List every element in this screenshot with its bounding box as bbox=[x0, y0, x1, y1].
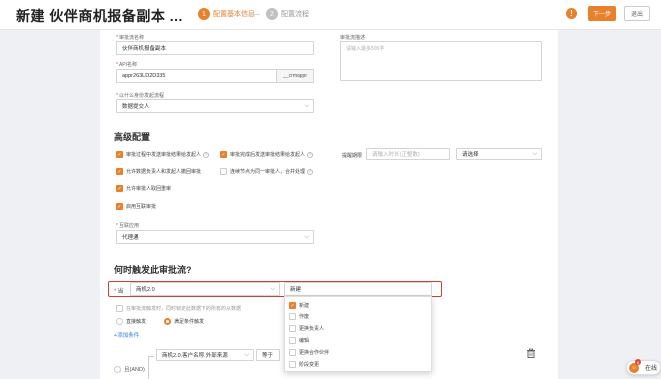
advanced-title: 高级配置 bbox=[114, 132, 151, 142]
top-bar: 新建 伙伴商机报备副本 ... 1 配置基本信息 2 配置流程 ! 下一步 退出 bbox=[0, 0, 661, 30]
radio-icon[interactable] bbox=[116, 318, 123, 325]
option-lock-subdata[interactable]: 在审批流触发时，同时锁定此数据下的所有的从数据 bbox=[116, 305, 241, 312]
chevron-down-icon: ⌵ bbox=[304, 103, 309, 109]
checkbox-checked-icon[interactable]: ✓ bbox=[116, 168, 123, 175]
desc-label: 审批流描述 bbox=[340, 35, 366, 41]
help-icon: ? bbox=[307, 168, 314, 175]
initiator-value: 数据提交人 bbox=[122, 104, 150, 110]
condition-operator-select[interactable]: 等于 bbox=[256, 349, 280, 361]
checkbox-icon[interactable] bbox=[289, 361, 296, 368]
api-value: appr263LD2D335 bbox=[122, 73, 166, 79]
trigger-title: 何时触发此审批流? bbox=[114, 265, 192, 275]
timeout-input[interactable]: 请输入时长(正整数) bbox=[366, 148, 450, 160]
checkbox-icon[interactable] bbox=[220, 168, 227, 175]
event-option[interactable]: 作废 bbox=[289, 313, 309, 320]
timeout-label: 提醒期限 bbox=[342, 153, 363, 159]
step-label: 配置流程 bbox=[281, 11, 309, 18]
help-icon[interactable]: ! bbox=[566, 8, 577, 19]
checkbox-checked-icon[interactable]: ✓ bbox=[116, 185, 123, 192]
initiator-label: *以什么身份发起流程 bbox=[116, 93, 164, 99]
chevron-down-icon: ⌵ bbox=[244, 352, 249, 358]
event-option[interactable]: 更换负责人 bbox=[289, 325, 324, 332]
app-select[interactable]: 代理通 ⌵ bbox=[116, 230, 314, 244]
page-title: 新建 伙伴商机报备副本 ... bbox=[16, 8, 183, 24]
checkbox-icon[interactable] bbox=[289, 337, 296, 344]
condition-bracket bbox=[148, 356, 154, 379]
add-condition-link[interactable]: +添加条件 bbox=[114, 331, 139, 339]
option-retrieve[interactable]: ✓ 允许审批人取回重审 bbox=[116, 185, 171, 192]
option-allow-withdraw[interactable]: ✓ 允许数据负责人和发起人撤回审批 bbox=[116, 168, 201, 175]
next-button[interactable]: 下一步 bbox=[588, 6, 616, 21]
checkbox-icon[interactable] bbox=[289, 325, 296, 332]
name-label: *审批流名称 bbox=[116, 35, 144, 41]
desc-textarea[interactable]: 请输入最多500字 bbox=[340, 41, 542, 81]
help-icon: ? bbox=[307, 151, 314, 158]
option-interconnect[interactable]: ✓ 启用互联审批 bbox=[116, 203, 156, 210]
checkbox-checked-icon[interactable]: ✓ bbox=[116, 203, 123, 210]
online-service-button[interactable]: ☺ 6 在线 bbox=[626, 359, 661, 375]
chevron-down-icon: ⌵ bbox=[532, 151, 537, 157]
event-option[interactable]: 更换合作伙伴 bbox=[289, 349, 329, 356]
option-merge-nodes[interactable]: 连续节点为同一审批人，合并处理 ? bbox=[220, 168, 314, 175]
radio-condition-trigger[interactable]: 满足条件触发 bbox=[164, 318, 204, 325]
name-input[interactable]: 伙伴商机报备副本 bbox=[116, 41, 314, 55]
step-number: 2 bbox=[266, 8, 278, 20]
checkbox-icon[interactable] bbox=[289, 313, 296, 320]
step-connector bbox=[244, 14, 260, 15]
online-label: 在线 bbox=[644, 366, 657, 372]
radio-selected-icon[interactable] bbox=[164, 318, 171, 325]
help-icon: ? bbox=[203, 151, 210, 158]
timeout-unit-select[interactable]: 请选择 ⌵ bbox=[456, 148, 542, 160]
condition-field-select[interactable]: 商机2.0.客户名称.外部来源 ⌵ bbox=[156, 349, 254, 361]
api-label: *API名称 bbox=[116, 62, 138, 68]
notification-badge: 6 bbox=[635, 359, 641, 365]
api-suffix: __crmappr bbox=[276, 70, 313, 82]
option-notify-during[interactable]: ✓ 审批过程中发送审批结果给发起人 ? bbox=[116, 151, 210, 158]
step-process-config[interactable]: 2 配置流程 bbox=[266, 8, 309, 20]
highlight-box bbox=[108, 281, 442, 297]
checkbox-checked-icon[interactable]: ✓ bbox=[289, 302, 296, 309]
option-notify-after[interactable]: ✓ 审批完成后发送审批结果给发起人 ? bbox=[220, 151, 314, 158]
event-option[interactable]: 阶段变更 bbox=[289, 361, 319, 368]
event-option[interactable]: 编辑 bbox=[289, 337, 309, 344]
initiator-select[interactable]: 数据提交人 ⌵ bbox=[116, 99, 314, 113]
checkbox-icon[interactable] bbox=[289, 349, 296, 356]
event-option[interactable]: ✓ 新建 bbox=[289, 302, 309, 309]
api-input[interactable]: appr263LD2D335 __crmappr bbox=[116, 69, 314, 83]
exit-button[interactable]: 退出 bbox=[624, 6, 650, 21]
checkbox-icon[interactable] bbox=[116, 305, 123, 312]
checkbox-checked-icon[interactable]: ✓ bbox=[220, 151, 227, 158]
chevron-down-icon: ⌵ bbox=[304, 234, 309, 240]
event-dropdown: ✓ 新建 作废 更换负责人 编辑 更换合作伙伴 阶段变更 bbox=[284, 296, 432, 372]
logic-and-label: 且(AND) bbox=[114, 365, 145, 374]
step-number: 1 bbox=[198, 8, 210, 20]
trash-icon[interactable] bbox=[526, 348, 536, 358]
checkbox-checked-icon[interactable]: ✓ bbox=[116, 151, 123, 158]
radio-direct-trigger[interactable]: 直接触发 bbox=[116, 318, 146, 325]
app-label: *互联应用 bbox=[116, 223, 139, 229]
